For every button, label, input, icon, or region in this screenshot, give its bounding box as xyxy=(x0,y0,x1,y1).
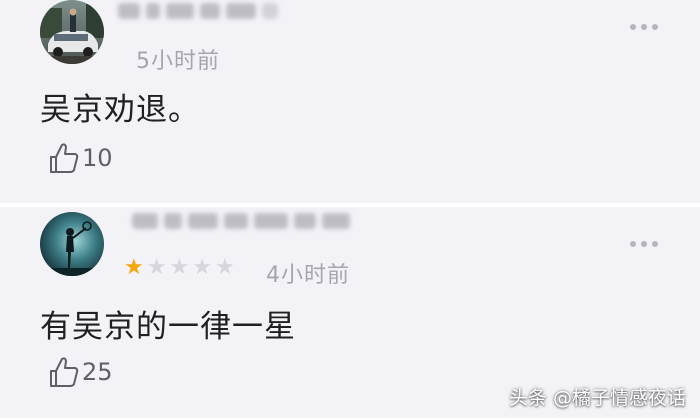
comment-time: 5小时前 xyxy=(136,49,220,74)
comment-list: 5小时前 吴京劝退。 10 ★ ★ ★ ★ ★ 4小时前 有吴京的一律一星 25… xyxy=(0,0,700,418)
dot-icon xyxy=(641,241,647,247)
more-options-button[interactable] xyxy=(630,241,658,247)
more-options-button[interactable] xyxy=(630,24,658,30)
dot-icon xyxy=(630,241,636,247)
username-blurred[interactable] xyxy=(132,213,350,229)
like-count: 10 xyxy=(82,144,113,172)
thumbs-up-icon xyxy=(50,143,79,173)
dot-icon xyxy=(652,24,658,30)
star-filled-icon: ★ xyxy=(124,255,144,280)
star-empty-icon: ★ xyxy=(146,255,167,280)
dot-icon xyxy=(652,241,658,247)
username-blurred[interactable] xyxy=(118,3,278,19)
comment-text: 有吴京的一律一星 xyxy=(40,309,296,345)
star-empty-icon: ★ xyxy=(169,255,190,280)
star-empty-icon: ★ xyxy=(214,255,235,280)
like-count: 25 xyxy=(82,358,113,386)
car-photo-icon xyxy=(40,0,104,64)
silhouette-photo-icon xyxy=(40,212,104,276)
star-empty-icon: ★ xyxy=(192,255,212,280)
like-button[interactable]: 25 xyxy=(48,355,113,389)
user-avatar[interactable] xyxy=(40,212,104,276)
comment-item: 5小时前 吴京劝退。 10 xyxy=(0,0,700,203)
watermark: 头条 @橘子情感夜话 xyxy=(508,387,686,409)
comment-text: 吴京劝退。 xyxy=(40,92,200,128)
dot-icon xyxy=(630,24,636,30)
comment-time: 4小时前 xyxy=(266,263,350,288)
star-rating: ★ ★ ★ ★ ★ xyxy=(124,257,235,279)
dot-icon xyxy=(641,24,647,30)
thumbs-up-icon xyxy=(50,357,79,387)
like-button[interactable]: 10 xyxy=(48,141,113,175)
user-avatar[interactable] xyxy=(40,0,104,64)
